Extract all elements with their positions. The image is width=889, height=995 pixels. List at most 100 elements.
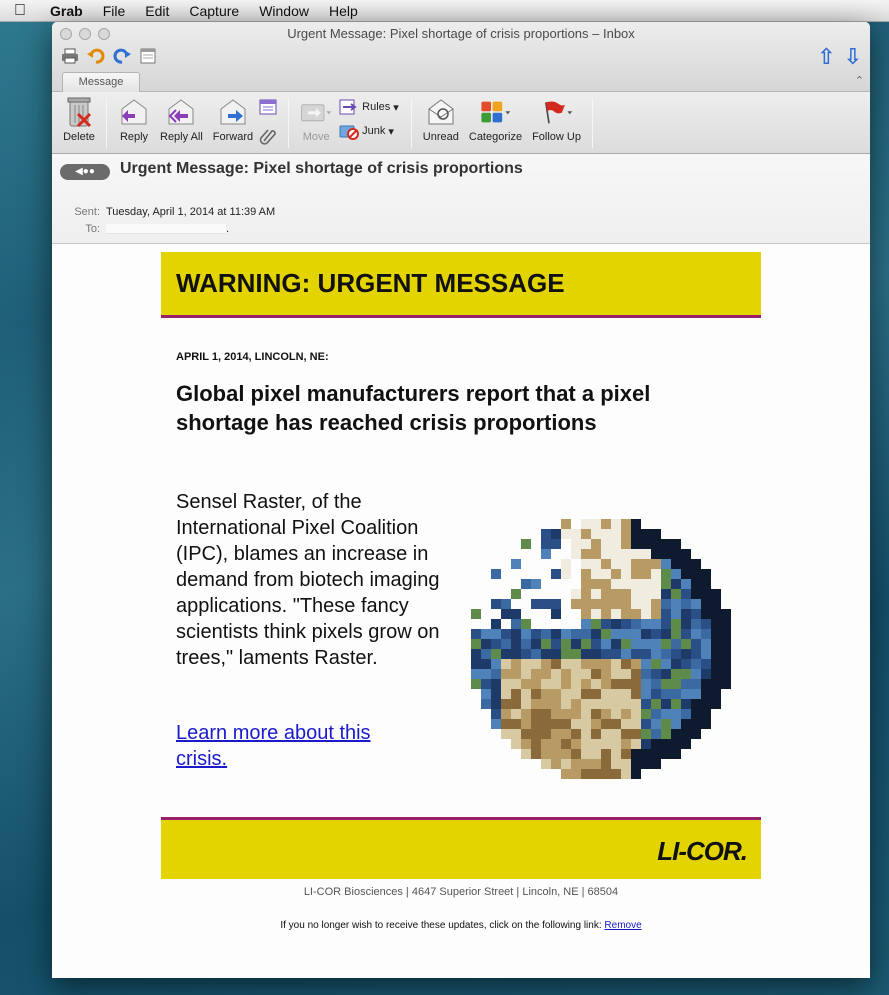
globe-pixel <box>561 769 571 779</box>
tab-message[interactable]: Message <box>62 72 140 92</box>
categorize-button[interactable]: Categorize <box>464 96 527 143</box>
attachment-icon[interactable] <box>258 127 278 150</box>
remove-link[interactable]: Remove <box>604 920 641 931</box>
globe-pixel <box>611 709 621 719</box>
unread-button[interactable]: Unread <box>418 96 464 143</box>
conversation-icon[interactable]: ◀●● <box>60 164 110 180</box>
forward-button[interactable]: Forward <box>208 96 258 143</box>
globe-pixel <box>681 559 691 569</box>
globe-pixel <box>671 699 681 709</box>
globe-pixel <box>551 659 561 669</box>
menu-grab[interactable]: Grab <box>40 3 93 19</box>
globe-pixel <box>601 659 611 669</box>
globe-pixel <box>671 659 681 669</box>
menu-file[interactable]: File <box>93 3 136 19</box>
globe-pixel <box>601 669 611 679</box>
menu-edit[interactable]: Edit <box>135 3 179 19</box>
globe-pixel <box>511 739 521 749</box>
collapse-ribbon-chevron-icon[interactable]: ⌃ <box>855 74 864 87</box>
globe-pixel <box>641 559 651 569</box>
globe-pixel <box>481 669 491 679</box>
globe-pixel <box>551 679 561 689</box>
rules-junk-group: Rules ▾ Junk ▾ <box>337 96 405 140</box>
globe-pixel <box>551 539 561 549</box>
junk-label: Junk <box>362 125 386 137</box>
globe-pixel <box>591 759 601 769</box>
globe-pixel <box>641 539 651 549</box>
globe-pixel <box>641 569 651 579</box>
globe-pixel <box>561 569 571 579</box>
ribbon-divider <box>410 98 412 148</box>
previous-message-arrow-icon[interactable]: ⇧ <box>817 44 835 70</box>
globe-pixel <box>561 689 571 699</box>
globe-pixel <box>481 679 491 689</box>
globe-pixel <box>491 699 501 709</box>
to-label: To: <box>85 223 100 235</box>
globe-pixel <box>661 619 671 629</box>
globe-pixel <box>511 669 521 679</box>
reply-button[interactable]: Reply <box>113 96 155 143</box>
delete-button[interactable]: Delete <box>58 96 100 143</box>
print-icon[interactable] <box>60 46 80 66</box>
globe-pixel <box>591 729 601 739</box>
globe-pixel <box>621 659 631 669</box>
globe-pixel <box>631 599 641 609</box>
globe-pixel <box>571 729 581 739</box>
globe-pixel <box>701 589 711 599</box>
globe-pixel <box>701 579 711 589</box>
globe-pixel <box>621 629 631 639</box>
next-message-arrow-icon[interactable]: ⇩ <box>844 44 862 70</box>
globe-pixel <box>561 749 571 759</box>
meeting-icon[interactable] <box>258 98 278 121</box>
globe-pixel <box>641 669 651 679</box>
reply-all-button[interactable]: Reply All <box>155 96 208 143</box>
globe-pixel <box>631 529 641 539</box>
flag-icon <box>541 96 573 128</box>
globe-pixel <box>711 599 721 609</box>
globe-pixel <box>701 609 711 619</box>
menu-window[interactable]: Window <box>249 3 319 19</box>
globe-pixel <box>701 679 711 689</box>
delete-label: Delete <box>63 131 95 143</box>
globe-pixel <box>541 709 551 719</box>
message-window: Urgent Message: Pixel shortage of crisis… <box>52 22 870 978</box>
globe-pixel <box>581 589 591 599</box>
globe-pixel <box>561 709 571 719</box>
globe-pixel <box>501 649 511 659</box>
globe-pixel <box>651 619 661 629</box>
globe-pixel <box>631 609 641 619</box>
globe-pixel <box>611 729 621 739</box>
globe-pixel <box>701 659 711 669</box>
menu-help[interactable]: Help <box>319 3 368 19</box>
forward-label: Forward <box>212 131 254 143</box>
junk-button[interactable]: Junk ▾ <box>339 122 399 140</box>
globe-pixel <box>611 759 621 769</box>
globe-pixel <box>591 699 601 709</box>
menu-capture[interactable]: Capture <box>179 3 249 19</box>
move-button[interactable]: Move <box>295 96 337 143</box>
globe-pixel <box>581 659 591 669</box>
globe-pixel <box>541 669 551 679</box>
globe-pixel <box>681 549 691 559</box>
globe-pixel <box>691 569 701 579</box>
follow-up-button[interactable]: Follow Up <box>527 96 586 143</box>
redo-icon[interactable] <box>112 46 132 66</box>
globe-pixel <box>611 669 621 679</box>
globe-pixel <box>581 529 591 539</box>
rules-button[interactable]: Rules ▾ <box>339 98 399 116</box>
apple-icon[interactable]:  <box>0 2 40 20</box>
globe-pixel <box>581 639 591 649</box>
globe-pixel <box>711 659 721 669</box>
globe-pixel <box>481 639 491 649</box>
junk-dropdown-icon: ▾ <box>388 125 394 138</box>
globe-pixel <box>581 549 591 559</box>
ribbon-divider <box>288 98 290 148</box>
globe-pixel <box>591 659 601 669</box>
undo-icon[interactable] <box>86 46 106 66</box>
warning-banner: WARNING: URGENT MESSAGE <box>161 252 761 318</box>
globe-pixel <box>651 589 661 599</box>
calendar-icon[interactable] <box>138 46 158 66</box>
globe-pixel <box>611 739 621 749</box>
learn-more-link[interactable]: Learn more about this crisis. <box>176 720 376 772</box>
globe-pixel <box>631 719 641 729</box>
